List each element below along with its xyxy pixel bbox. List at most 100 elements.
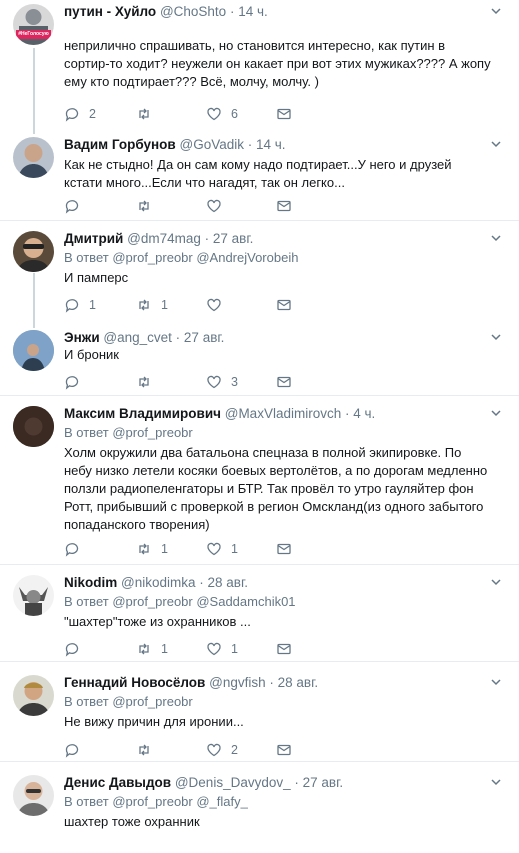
chevron-down-icon[interactable] — [489, 406, 503, 420]
author-name[interactable]: Энжи — [64, 330, 100, 345]
retweet-icon — [139, 108, 149, 120]
message-button[interactable] — [276, 539, 292, 559]
author-name[interactable]: Геннадий Новосёлов — [64, 675, 205, 690]
like-button[interactable]: 1 — [206, 539, 238, 559]
author-handle[interactable]: @dm74mag — [127, 231, 201, 246]
retweet-button[interactable]: 1 — [136, 639, 168, 659]
reply-mention[interactable]: @prof_preobr @_flafy_ — [112, 794, 248, 809]
envelope-icon — [277, 543, 291, 555]
like-button[interactable] — [206, 196, 231, 216]
tweet-time[interactable]: 28 авг. — [208, 575, 248, 590]
like-button[interactable]: 6 — [206, 104, 238, 124]
like-button[interactable]: 3 — [206, 372, 238, 392]
tweet-time[interactable]: 4 ч. — [353, 406, 375, 421]
avatar[interactable]: #НеГолосую — [13, 4, 54, 45]
retweet-button[interactable] — [136, 104, 161, 124]
chevron-down-icon[interactable] — [489, 575, 503, 589]
reply-mention[interactable]: @prof_preobr — [112, 694, 192, 709]
tweet-time[interactable]: 14 ч. — [238, 4, 268, 19]
retweet-button[interactable] — [136, 196, 161, 216]
chevron-down-icon[interactable] — [489, 4, 503, 18]
tweet-time[interactable]: 27 авг. — [303, 775, 343, 790]
author-handle[interactable]: @GoVadik — [179, 137, 243, 152]
reply-mention[interactable]: @prof_preobr @AndrejVorobeih — [112, 250, 298, 265]
reply-button[interactable] — [64, 740, 89, 760]
chevron-down-icon[interactable] — [489, 775, 503, 789]
message-button[interactable] — [276, 104, 292, 124]
author-name[interactable]: Денис Давыдов — [64, 775, 171, 790]
tweet-time[interactable]: 27 авг. — [213, 231, 253, 246]
tweet[interactable]: Энжи @ang_cvet · 27 авг. И броник 3 — [0, 324, 519, 395]
reply-button[interactable]: 1 — [64, 295, 96, 315]
message-button[interactable] — [276, 295, 292, 315]
retweet-icon — [139, 299, 149, 311]
avatar[interactable] — [13, 575, 54, 616]
reply-button[interactable] — [64, 196, 89, 216]
tweet-header: Вадим Горбунов @GoVadik · 14 ч. — [64, 137, 286, 152]
like-count: 1 — [231, 642, 238, 656]
reply-button[interactable] — [64, 539, 89, 559]
reply-button[interactable]: 2 — [64, 104, 96, 124]
tweet-time[interactable]: 14 ч. — [256, 137, 286, 152]
chevron-down-icon[interactable] — [489, 675, 503, 689]
envelope-icon — [277, 108, 291, 120]
author-handle[interactable]: @Denis_Davydov_ — [175, 775, 291, 790]
tweet[interactable]: Дмитрий @dm74mag · 27 авг. В ответ @prof… — [0, 221, 519, 324]
like-button[interactable] — [206, 295, 231, 315]
like-button[interactable]: 2 — [206, 740, 238, 760]
retweet-button[interactable] — [136, 740, 161, 760]
author-name[interactable]: путин - Хуйло — [64, 4, 156, 19]
avatar[interactable] — [13, 137, 54, 178]
tweet-text: шахтер тоже охранник — [64, 814, 200, 829]
reply-icon — [65, 299, 79, 313]
tweet[interactable]: Денис Давыдов @Denis_Davydov_ · 27 авг. … — [0, 762, 519, 853]
avatar[interactable] — [13, 775, 54, 816]
chevron-down-icon[interactable] — [489, 231, 503, 245]
reply-context: В ответ @prof_preobr @Saddamchik01 — [64, 593, 491, 610]
retweet-button[interactable] — [136, 372, 161, 392]
reply-button[interactable] — [64, 639, 89, 659]
author-name[interactable]: Nikodim — [64, 575, 117, 590]
tweet-time[interactable]: 28 авг. — [278, 675, 318, 690]
tweet[interactable]: Вадим Горбунов @GoVadik · 14 ч. Как не с… — [0, 128, 519, 220]
tweet[interactable]: Nikodim @nikodimka · 28 авг. В ответ @pr… — [0, 565, 519, 661]
author-name[interactable]: Максим Владимирович — [64, 406, 221, 421]
retweet-count: 1 — [161, 298, 168, 312]
avatar[interactable] — [13, 675, 54, 716]
chevron-down-icon[interactable] — [489, 137, 503, 151]
heart-icon — [207, 542, 221, 556]
message-button[interactable] — [276, 372, 292, 392]
retweet-icon — [139, 744, 149, 756]
reply-mention[interactable]: @prof_preobr @Saddamchik01 — [112, 594, 295, 609]
reply-context: В ответ @prof_preobr @_flafy_ — [64, 793, 491, 810]
chevron-down-icon[interactable] — [489, 330, 503, 344]
avatar[interactable] — [13, 406, 54, 447]
author-handle[interactable]: @ChoShto — [160, 4, 226, 19]
message-button[interactable] — [276, 740, 292, 760]
tweet[interactable]: #НеГолосую путин - Хуйло @ChoShto · 14 ч… — [0, 0, 519, 128]
reply-count: 2 — [89, 107, 96, 121]
avatar[interactable] — [13, 330, 54, 371]
reply-prefix: В ответ — [64, 794, 109, 809]
message-button[interactable] — [276, 196, 292, 216]
author-handle[interactable]: @ngvfish — [209, 675, 265, 690]
author-handle[interactable]: @MaxVladimirovch — [225, 406, 341, 421]
tweet-time[interactable]: 27 авг. — [184, 330, 224, 345]
envelope-icon — [277, 376, 291, 388]
like-button[interactable]: 1 — [206, 639, 238, 659]
retweet-button[interactable]: 1 — [136, 295, 168, 315]
author-handle[interactable]: @ang_cvet — [103, 330, 172, 345]
retweet-button[interactable]: 1 — [136, 539, 168, 559]
avatar-badge: #НеГолосую — [18, 31, 49, 37]
tweet[interactable]: Максим Владимирович @MaxVladimirovch · 4… — [0, 396, 519, 564]
author-name[interactable]: Дмитрий — [64, 231, 123, 246]
reply-mention[interactable]: @prof_preobr — [112, 425, 192, 440]
reply-prefix: В ответ — [64, 694, 109, 709]
tweet[interactable]: Геннадий Новосёлов @ngvfish · 28 авг. В … — [0, 662, 519, 761]
avatar[interactable] — [13, 231, 54, 272]
message-button[interactable] — [276, 639, 292, 659]
author-handle[interactable]: @nikodimka — [121, 575, 195, 590]
reply-button[interactable] — [64, 372, 89, 392]
envelope-icon — [277, 200, 291, 212]
author-name[interactable]: Вадим Горбунов — [64, 137, 176, 152]
